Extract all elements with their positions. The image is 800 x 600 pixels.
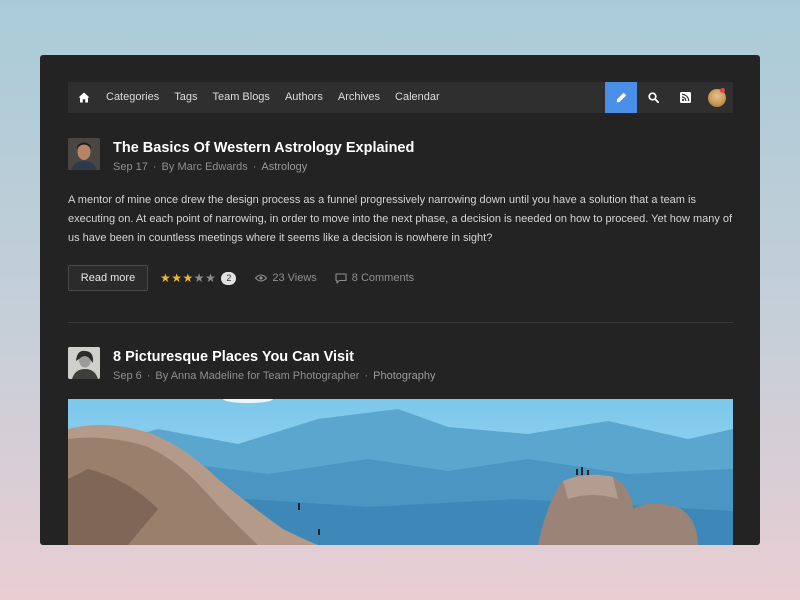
post-divider xyxy=(68,322,733,323)
star-icon[interactable]: ★ xyxy=(205,272,216,284)
post-category[interactable]: Astrology xyxy=(261,161,307,173)
toolbar-actions xyxy=(605,82,733,113)
rss-button[interactable] xyxy=(669,82,701,113)
read-more-button[interactable]: Read more xyxy=(68,265,148,291)
comments-count[interactable]: 8 Comments xyxy=(352,272,414,284)
landscape-photo xyxy=(68,399,733,545)
star-icon[interactable]: ★ xyxy=(194,272,205,284)
post-featured-image[interactable] xyxy=(68,399,733,545)
star-icon[interactable]: ★ xyxy=(160,272,171,284)
rating-count: 2 xyxy=(221,271,237,285)
top-toolbar: Categories Tags Team Blogs Authors Archi… xyxy=(68,82,733,113)
post-title[interactable]: 8 Picturesque Places You Can Visit xyxy=(113,349,354,365)
blog-panel: Categories Tags Team Blogs Authors Archi… xyxy=(40,55,760,545)
star-icon[interactable]: ★ xyxy=(171,272,182,284)
user-menu[interactable] xyxy=(701,82,733,113)
nav-categories[interactable]: Categories xyxy=(100,82,167,113)
nav-tags[interactable]: Tags xyxy=(167,82,205,113)
nav-calendar[interactable]: Calendar xyxy=(388,82,448,113)
compose-button[interactable] xyxy=(605,82,637,113)
post-title[interactable]: The Basics Of Western Astrology Explaine… xyxy=(113,140,414,156)
author-avatar[interactable] xyxy=(68,138,100,170)
comments-stat[interactable]: 8 Comments xyxy=(335,272,414,284)
search-icon xyxy=(647,92,659,103)
views-stat: 23 Views xyxy=(255,272,317,284)
pencil-icon xyxy=(616,92,626,103)
comment-icon xyxy=(335,272,347,284)
meta-separator: · xyxy=(152,161,157,173)
post-author[interactable]: By Anna Madeline for Team Photographer xyxy=(155,370,359,382)
home-button[interactable] xyxy=(68,82,100,113)
nav-team-blogs[interactable]: Team Blogs xyxy=(205,82,277,113)
post-category[interactable]: Photography xyxy=(373,370,435,382)
author-avatar[interactable] xyxy=(68,347,100,379)
post-author[interactable]: By Marc Edwards xyxy=(162,161,248,173)
post-date: Sep 6 xyxy=(113,370,142,382)
rating-stars[interactable]: ★ ★ ★ ★ ★ xyxy=(160,272,216,284)
eye-icon xyxy=(255,274,268,282)
rss-icon xyxy=(679,92,691,103)
home-icon xyxy=(78,92,90,103)
nav-authors[interactable]: Authors xyxy=(277,82,330,113)
search-button[interactable] xyxy=(637,82,669,113)
author-photo xyxy=(68,138,100,170)
post-excerpt: A mentor of mine once drew the design pr… xyxy=(68,194,733,244)
meta-separator: · xyxy=(146,370,151,382)
post-actions: Read more ★ ★ ★ ★ ★ 2 23 Views 8 Comment… xyxy=(68,265,733,291)
author-photo xyxy=(68,347,100,379)
post-meta: Sep 17 · By Marc Edwards · Astrology xyxy=(113,161,307,173)
post-meta: Sep 6 · By Anna Madeline for Team Photogra… xyxy=(113,370,436,382)
star-icon[interactable]: ★ xyxy=(183,272,194,284)
main-nav: Categories Tags Team Blogs Authors Archi… xyxy=(100,82,447,113)
meta-separator: · xyxy=(364,370,369,382)
post-date: Sep 17 xyxy=(113,161,148,173)
meta-separator: · xyxy=(252,161,257,173)
views-count: 23 Views xyxy=(272,272,317,284)
nav-archives[interactable]: Archives xyxy=(330,82,387,113)
notification-badge xyxy=(720,88,725,93)
